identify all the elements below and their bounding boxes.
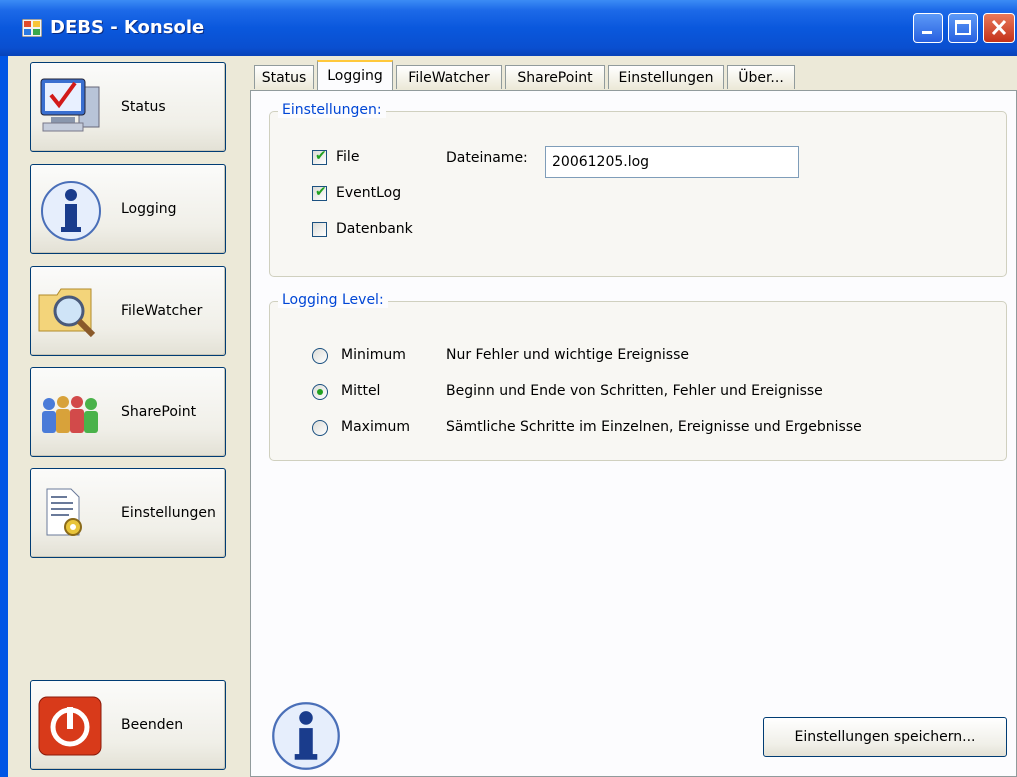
sidebar-item-filewatcher[interactable]: FileWatcher: [30, 266, 226, 356]
exit-label: Beenden: [121, 717, 184, 733]
maximum-label: Maximum: [341, 419, 410, 435]
title-bar[interactable]: DEBS - Konsole: [0, 0, 1017, 56]
sidebar-item-einstellungen[interactable]: Einstellungen: [30, 468, 226, 558]
app-icon: [22, 19, 42, 37]
checkmark-icon: ✔: [315, 184, 327, 200]
sidebar-item-label: SharePoint: [121, 404, 197, 420]
mittel-radio[interactable]: [312, 384, 328, 400]
sidebar: Status Logging FileWatcher SharePoint Ei…: [8, 56, 244, 777]
tab-ueber[interactable]: Über...: [727, 65, 795, 89]
file-label: File: [336, 149, 360, 165]
datenbank-checkbox[interactable]: [312, 222, 327, 237]
checkmark-icon: ✔: [315, 148, 327, 164]
minimum-radio[interactable]: [312, 348, 328, 364]
minimum-label: Minimum: [341, 347, 406, 363]
mittel-label: Mittel: [341, 383, 381, 399]
sidebar-item-sharepoint[interactable]: SharePoint: [30, 367, 226, 457]
sidebar-item-label: Status: [121, 99, 166, 115]
maximize-button[interactable]: [948, 13, 978, 43]
minimum-description: Nur Fehler und wichtige Ereignisse: [446, 347, 690, 363]
tab-logging[interactable]: Logging: [317, 60, 393, 90]
file-checkbox[interactable]: ✔: [312, 148, 327, 165]
power-icon: [38, 696, 102, 756]
window-title: DEBS - Konsole: [50, 17, 205, 38]
app-window: DEBS - Konsole Status Logging FileWatche…: [0, 0, 1017, 777]
people-icon: [42, 396, 98, 433]
settings-group-title: Einstellungen:: [278, 102, 386, 118]
monitor-check-icon: [40, 78, 100, 132]
settings-group: Einstellungen: ✔ File ✔ EventLog Datenba…: [269, 102, 1007, 277]
sidebar-item-status[interactable]: Status: [30, 62, 226, 152]
logging-level-group-title: Logging Level:: [278, 292, 388, 308]
sidebar-item-logging[interactable]: Logging: [30, 164, 226, 254]
tab-sharepoint[interactable]: SharePoint: [505, 65, 605, 89]
maximum-radio[interactable]: [312, 420, 328, 436]
minimize-icon: [922, 31, 932, 34]
tab-einstellungen[interactable]: Einstellungen: [608, 65, 724, 89]
info-icon: [41, 181, 101, 241]
logging-level-group: Logging Level: Minimum Nur Fehler und wi…: [269, 292, 1007, 461]
radio-selected-dot: [317, 389, 323, 395]
eventlog-label: EventLog: [336, 185, 402, 201]
main-panel: Status Logging FileWatcher SharePoint Ei…: [244, 56, 1017, 777]
sidebar-item-label: FileWatcher: [121, 303, 203, 319]
info-icon: [272, 702, 340, 770]
eventlog-checkbox[interactable]: ✔: [312, 184, 327, 201]
save-settings-button[interactable]: Einstellungen speichern...: [763, 717, 1007, 757]
folder-search-icon: [38, 288, 96, 338]
close-button[interactable]: [983, 13, 1015, 43]
settings-document-icon: [46, 488, 82, 536]
client-area: Status Logging FileWatcher SharePoint Ei…: [8, 56, 1017, 777]
minimize-button[interactable]: [913, 13, 943, 43]
logging-tab-page: Einstellungen: ✔ File ✔ EventLog Datenba…: [250, 90, 1017, 777]
tab-status[interactable]: Status: [254, 65, 314, 89]
maximum-description: Sämtliche Schritte im Einzelnen, Ereigni…: [446, 419, 862, 435]
datenbank-label: Datenbank: [336, 221, 413, 237]
filename-label: Dateiname:: [446, 150, 528, 166]
sidebar-item-label: Einstellungen: [121, 505, 216, 521]
filename-input[interactable]: 20061205.log: [545, 146, 799, 178]
tab-filewatcher[interactable]: FileWatcher: [396, 65, 502, 89]
mittel-description: Beginn und Ende von Schritten, Fehler un…: [446, 383, 823, 399]
sidebar-item-label: Logging: [121, 201, 177, 217]
maximize-icon: [955, 20, 971, 35]
exit-button[interactable]: Beenden: [30, 680, 226, 770]
close-icon: [991, 19, 1007, 36]
